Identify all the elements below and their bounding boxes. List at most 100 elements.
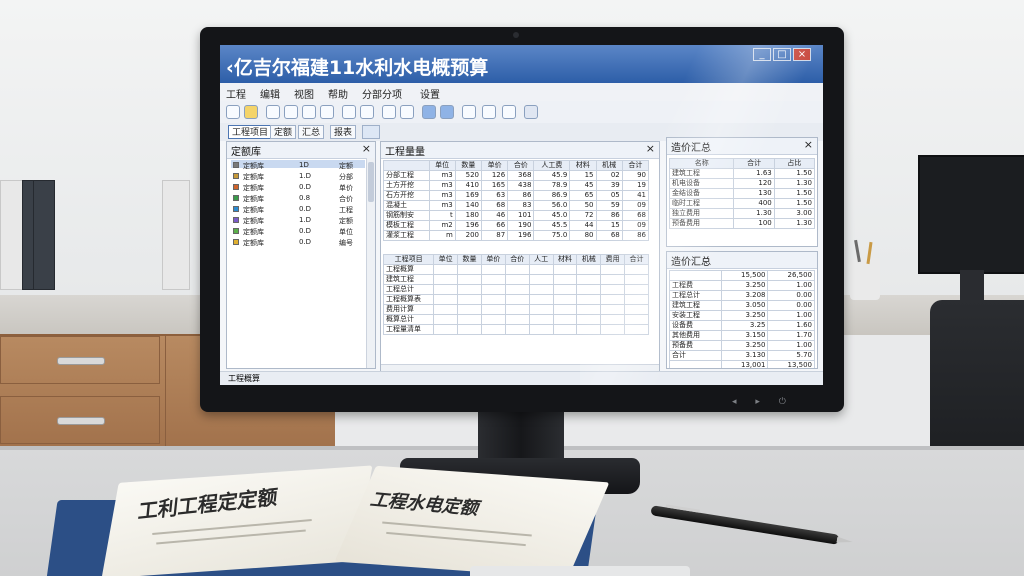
table-cell[interactable]: 安装工程 <box>669 310 722 321</box>
table-cell[interactable] <box>480 264 506 275</box>
menu-item[interactable]: 分部分项 <box>362 86 402 101</box>
table-cell[interactable] <box>433 264 459 275</box>
table-cell[interactable] <box>552 294 578 305</box>
table-cell[interactable]: 140 <box>454 200 482 211</box>
table-row[interactable]: 工程总计 3.208 0.00 <box>669 290 815 301</box>
table-row[interactable]: 钢筋制安 t 180 46 101 45.0 72 86 68 <box>383 210 650 221</box>
table-cell[interactable]: 68 <box>480 200 509 211</box>
table-cell[interactable]: 41 <box>621 190 650 201</box>
warning-icon[interactable] <box>382 105 396 119</box>
menu-item[interactable]: 视图 <box>294 86 314 101</box>
search-icon[interactable] <box>342 105 356 119</box>
maximize-button[interactable]: □ <box>773 48 791 61</box>
table-cell[interactable]: 78.9 <box>533 180 571 191</box>
table-cell[interactable]: 灌浆工程 <box>383 230 430 241</box>
table-cell[interactable] <box>552 324 578 335</box>
table-cell[interactable] <box>576 294 602 305</box>
table-cell[interactable] <box>457 324 482 335</box>
table-cell[interactable]: 3.130 <box>720 350 769 361</box>
table-row[interactable]: 15,500 26,500 <box>669 270 815 281</box>
table-cell[interactable]: m3 <box>428 200 456 211</box>
table-cell[interactable]: 09 <box>621 220 650 231</box>
paste-icon[interactable] <box>320 105 334 119</box>
table-cell[interactable]: 59 <box>595 200 623 211</box>
table-cell[interactable] <box>480 274 506 285</box>
monitor-buttons[interactable]: ◂ ▸ ⏻ <box>732 397 794 407</box>
table-cell[interactable] <box>528 314 554 325</box>
table-cell[interactable]: 45 <box>569 180 597 191</box>
table-cell[interactable] <box>433 324 459 335</box>
copy-icon[interactable] <box>302 105 316 119</box>
table-cell[interactable] <box>600 314 626 325</box>
table-cell[interactable]: 200 <box>454 230 482 241</box>
table-cell[interactable]: 368 <box>507 170 535 181</box>
table-cell[interactable] <box>624 284 649 295</box>
table-cell[interactable]: 46 <box>480 210 509 221</box>
open-icon[interactable] <box>244 105 258 119</box>
table-cell[interactable]: 1.63 <box>733 168 775 179</box>
column-header[interactable]: 占比 <box>773 158 816 169</box>
table-cell[interactable] <box>576 314 602 325</box>
table-cell[interactable]: 1.00 <box>767 310 815 321</box>
table-cell[interactable] <box>624 304 649 315</box>
menu-item[interactable]: 工程 <box>226 86 246 101</box>
table-cell[interactable] <box>528 264 554 275</box>
table-cell[interactable]: 09 <box>621 200 650 211</box>
table-cell[interactable] <box>457 274 482 285</box>
table-row[interactable]: 独立费用 1.30 3.00 <box>668 208 816 219</box>
find-icon[interactable] <box>400 105 414 119</box>
table-cell[interactable]: m3 <box>428 190 456 201</box>
table-cell[interactable]: 63 <box>480 190 509 201</box>
table-row[interactable]: 13,001 13,500 <box>669 360 815 368</box>
table-cell[interactable]: 预备费 <box>669 340 722 351</box>
table-cell[interactable] <box>528 304 554 315</box>
table-row[interactable]: 石方开挖 m3 169 63 86 86.9 65 05 41 <box>383 190 650 201</box>
table-cell[interactable]: 126 <box>480 170 509 181</box>
table-cell[interactable]: 3.250 <box>720 280 769 291</box>
table-cell[interactable] <box>624 294 649 305</box>
table-cell[interactable]: 工程费 <box>669 280 722 291</box>
table-cell[interactable]: 分部工程 <box>383 170 430 181</box>
table-row[interactable]: 其他费用 3.150 1.70 <box>669 330 815 341</box>
table-cell[interactable] <box>504 294 530 305</box>
tab-quota[interactable]: 定额 <box>270 125 297 139</box>
column-header[interactable] <box>383 160 430 171</box>
table-cell[interactable] <box>433 284 459 295</box>
table-cell[interactable]: 独立费用 <box>668 208 735 219</box>
table-cell[interactable]: 15 <box>595 220 623 231</box>
table-cell[interactable] <box>576 274 602 285</box>
table-row[interactable]: 机电设备 120 1.30 <box>668 178 816 189</box>
menu-item[interactable]: 设置 <box>420 86 440 101</box>
minimize-button[interactable]: _ <box>753 48 771 61</box>
table-cell[interactable]: 3.208 <box>720 290 769 301</box>
table-cell[interactable]: 196 <box>507 230 535 241</box>
table-cell[interactable]: 05 <box>595 190 623 201</box>
table-cell[interactable]: 建筑工程 <box>382 274 435 285</box>
table-cell[interactable] <box>600 274 626 285</box>
table-row[interactable]: 分部工程 m3 520 126 368 45.9 15 02 90 <box>383 170 650 181</box>
table-row[interactable]: 工程量清单 <box>382 324 649 335</box>
table-cell[interactable]: 68 <box>621 210 650 221</box>
table-cell[interactable]: 400 <box>733 198 775 209</box>
table-cell[interactable]: 13,001 <box>720 360 769 368</box>
table-cell[interactable]: 130 <box>733 188 775 199</box>
table-cell[interactable]: 0.00 <box>767 300 815 311</box>
zoom-icon[interactable] <box>360 105 374 119</box>
table-cell[interactable] <box>480 294 506 305</box>
refresh-icon[interactable] <box>422 105 436 119</box>
table-cell[interactable]: 56.0 <box>533 200 571 211</box>
column-header[interactable]: 数量 <box>457 254 482 265</box>
table-cell[interactable] <box>528 294 554 305</box>
table-cell[interactable] <box>504 304 530 315</box>
close-icon[interactable]: × <box>646 142 655 155</box>
table-cell[interactable]: 1.50 <box>773 198 816 209</box>
table-cell[interactable] <box>480 304 506 315</box>
table-cell[interactable]: 石方开挖 <box>383 190 430 201</box>
table-cell[interactable]: 1.00 <box>767 340 815 351</box>
new-icon[interactable] <box>226 105 240 119</box>
table-cell[interactable]: 3.050 <box>720 300 769 311</box>
table-cell[interactable] <box>600 284 626 295</box>
table-cell[interactable]: m2 <box>428 220 456 231</box>
table-cell[interactable]: 工程概算 <box>382 264 435 275</box>
table-cell[interactable] <box>457 284 482 295</box>
